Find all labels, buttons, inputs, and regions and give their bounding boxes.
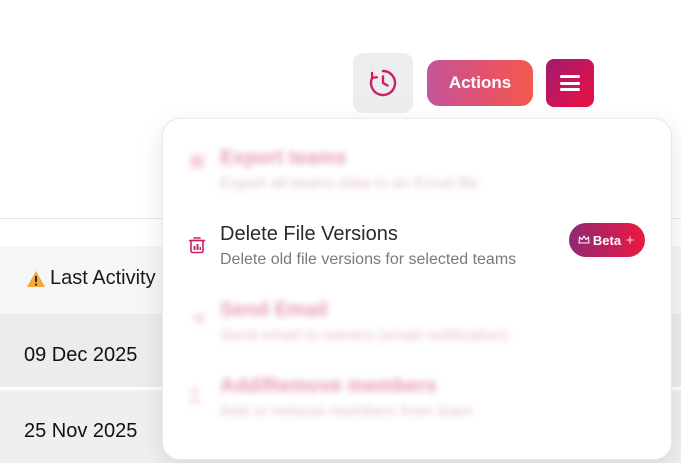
- hamburger-icon: [560, 75, 580, 91]
- last-activity-cell: 09 Dec 2025: [24, 344, 138, 366]
- column-header-label: Last Activity: [50, 267, 156, 289]
- beta-badge-label: Beta: [592, 232, 622, 248]
- trash-icon: [188, 237, 206, 254]
- menu-item-export-teams[interactable]: Export teams Export all teams data to an…: [163, 147, 671, 217]
- menu-item-description: Add or remove members from team: [220, 403, 473, 420]
- menu-item-add-remove-members[interactable]: Add/Remove members Add or remove members…: [163, 375, 671, 445]
- crown-icon: [578, 235, 590, 244]
- send-icon: [189, 312, 205, 326]
- actions-button[interactable]: Actions: [427, 60, 533, 106]
- history-button[interactable]: [353, 53, 413, 113]
- sparkle-icon: [625, 235, 636, 245]
- menu-item-send-email[interactable]: Send Email Send email to owners (email n…: [163, 299, 671, 369]
- column-header-last-activity[interactable]: Last Activity: [26, 267, 156, 290]
- menu-item-title: Export teams: [220, 147, 347, 169]
- clock-icon: [369, 69, 397, 97]
- export-icon: [190, 155, 204, 168]
- users-icon: [189, 387, 201, 403]
- menu-item-description: Delete old file versions for selected te…: [220, 251, 517, 268]
- menu-item-title: Add/Remove members: [220, 375, 437, 397]
- beta-badge: Beta: [569, 223, 645, 257]
- menu-item-description: Send email to owners (email notification…: [220, 327, 509, 344]
- last-activity-cell: 25 Nov 2025: [24, 420, 138, 442]
- menu-item-delete-file-versions[interactable]: Delete File Versions Delete old file ver…: [163, 223, 671, 293]
- actions-dropdown-menu: Export teams Export all teams data to an…: [162, 118, 672, 460]
- menu-button[interactable]: [546, 59, 594, 107]
- menu-item-title: Send Email: [220, 299, 328, 321]
- menu-item-title: Delete File Versions: [220, 223, 398, 245]
- warning-icon: [27, 270, 45, 287]
- menu-item-description: Export all teams data to an Excel file: [220, 175, 479, 192]
